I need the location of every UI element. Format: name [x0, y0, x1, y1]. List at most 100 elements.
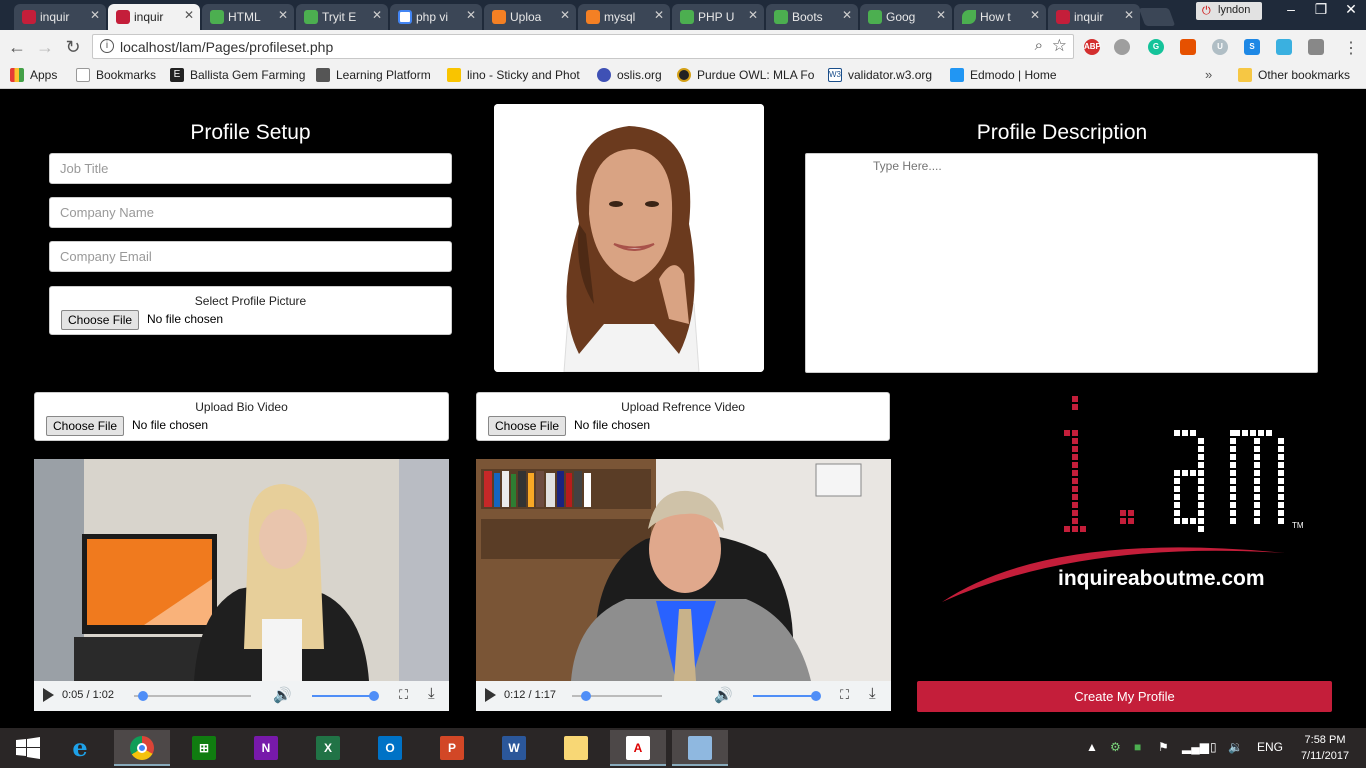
bookmark-ballista[interactable]: E Ballista Gem Farming — [170, 68, 305, 82]
close-tab-icon[interactable]: ✕ — [466, 8, 476, 22]
word-icon[interactable]: W — [486, 730, 542, 766]
tab-inquireaboutme-3[interactable]: inquir ✕ — [1048, 4, 1140, 30]
volume-icon[interactable]: 🔊 — [273, 686, 292, 704]
download-icon[interactable]: ⤓ — [428, 685, 435, 702]
window-close-button[interactable]: ✕ — [1336, 0, 1366, 20]
file-explorer-icon[interactable] — [548, 730, 604, 766]
job-title-input[interactable] — [49, 153, 452, 184]
bio-video-seek-bar[interactable] — [134, 695, 251, 697]
skype-icon[interactable]: S — [1244, 39, 1260, 55]
company-email-input[interactable] — [49, 241, 452, 272]
internet-explorer-icon[interactable]: e — [52, 730, 108, 766]
tab-inquireaboutme-active[interactable]: inquir ✕ — [108, 4, 200, 30]
bio-video-seek-handle[interactable] — [138, 691, 149, 701]
create-my-profile-button[interactable]: Create My Profile — [917, 681, 1332, 712]
fullscreen-icon[interactable]: ⛶ — [399, 687, 408, 703]
reference-video-seek-handle[interactable] — [581, 691, 592, 701]
chrome-icon[interactable] — [114, 730, 170, 766]
bookmark-bookmarks[interactable]: Bookmarks — [76, 68, 156, 82]
store-icon[interactable]: ⊞ — [176, 730, 232, 766]
profile-description-textarea[interactable] — [805, 153, 1318, 373]
tab-tryit[interactable]: Tryit E ✕ — [296, 4, 388, 30]
powerpoint-icon[interactable]: P — [424, 730, 480, 766]
bookmark-validator[interactable]: W3 validator.w3.org — [828, 68, 932, 82]
bio-video-volume-handle[interactable] — [369, 691, 379, 701]
close-tab-icon[interactable]: ✕ — [842, 8, 852, 22]
close-tab-icon[interactable]: ✕ — [278, 8, 288, 22]
tab-google[interactable]: Goog ✕ — [860, 4, 952, 30]
tab-php-video[interactable]: php vi ✕ — [390, 4, 482, 30]
close-tab-icon[interactable]: ✕ — [560, 8, 570, 22]
bookmark-star-icon[interactable]: ☆ — [1052, 36, 1067, 56]
address-bar[interactable]: i localhost/lam/Pages/profileset.php ⌕ ☆ — [92, 34, 1074, 59]
reference-video-volume-bar[interactable] — [753, 695, 816, 697]
tray-app-icon[interactable]: ⚙ — [1110, 740, 1121, 754]
onenote-icon[interactable]: N — [238, 730, 294, 766]
fullscreen-icon[interactable]: ⛶ — [840, 687, 849, 703]
reference-video-player[interactable]: 0:12 / 1:17 🔊 ⛶ ⤓ — [476, 459, 891, 711]
play-icon[interactable] — [485, 688, 496, 702]
info-icon[interactable]: i — [100, 39, 114, 53]
close-tab-icon[interactable]: ✕ — [184, 8, 194, 22]
close-tab-icon[interactable]: ✕ — [1124, 8, 1134, 22]
bookmark-apps[interactable]: Apps — [10, 68, 57, 82]
bookmark-other[interactable]: Other bookmarks — [1238, 68, 1350, 82]
zoom-icon[interactable]: ⌕ — [1035, 37, 1043, 54]
bio-video-player[interactable]: 0:05 / 1:02 🔊 ⛶ ⤓ — [34, 459, 449, 711]
tab-php-upload[interactable]: PHP U ✕ — [672, 4, 764, 30]
close-tab-icon[interactable]: ✕ — [936, 8, 946, 22]
play-icon[interactable] — [43, 688, 54, 702]
tab-inquireaboutme-1[interactable]: inquir ✕ — [14, 4, 106, 30]
bookmark-oslis[interactable]: oslis.org — [597, 68, 662, 82]
speaker-icon[interactable]: 🔉 — [1228, 740, 1243, 754]
download-icon[interactable]: ⤓ — [869, 685, 876, 702]
reload-button[interactable]: ↻ — [62, 36, 84, 58]
extension-badge-icon[interactable] — [1276, 39, 1292, 55]
grammarly-icon[interactable]: G — [1148, 39, 1164, 55]
outlook-icon[interactable]: O — [362, 730, 418, 766]
bio-video-choose-file-button[interactable]: Choose File — [46, 416, 125, 436]
acrobat-icon[interactable]: A — [610, 730, 666, 766]
tab-upload[interactable]: Uploa ✕ — [484, 4, 576, 30]
bookmark-learning-platform[interactable]: Learning Platform — [316, 68, 431, 82]
chrome-menu-icon[interactable]: ⋮ — [1343, 38, 1359, 58]
profile-picture-choose-file-button[interactable]: Choose File — [61, 310, 140, 330]
minimize-button[interactable]: – — [1276, 0, 1306, 20]
close-tab-icon[interactable]: ✕ — [372, 8, 382, 22]
tab-html[interactable]: HTML ✕ — [202, 4, 294, 30]
close-tab-icon[interactable]: ✕ — [1030, 8, 1040, 22]
tab-bootstrap[interactable]: Boots ✕ — [766, 4, 858, 30]
bookmark-purdue-owl[interactable]: Purdue OWL: MLA Fo — [677, 68, 814, 82]
bookmark-lino[interactable]: lino - Sticky and Phot — [447, 68, 580, 82]
tab-how-to[interactable]: How t ✕ — [954, 4, 1046, 30]
show-hidden-icons-icon[interactable]: ▲ — [1086, 740, 1098, 754]
new-tab-button[interactable] — [1138, 8, 1176, 26]
reference-video-choose-file-button[interactable]: Choose File — [488, 416, 567, 436]
extension-cast-icon[interactable] — [1308, 39, 1324, 55]
forward-button[interactable]: → — [34, 36, 56, 58]
profile-chip[interactable]: ⏻ lyndon — [1196, 2, 1262, 20]
volume-icon[interactable]: 🔊 — [714, 686, 733, 704]
ublock-icon[interactable]: U — [1212, 39, 1228, 55]
company-name-input[interactable] — [49, 197, 452, 228]
virtualbox-icon[interactable] — [672, 730, 728, 766]
bookmarks-overflow-button[interactable]: » — [1205, 67, 1212, 82]
network-icon[interactable]: ▂▄▆ — [1182, 740, 1209, 754]
input-language[interactable]: ENG — [1257, 740, 1283, 754]
taskbar-clock[interactable]: 7:58 PM 7/11/2017 — [1290, 732, 1360, 764]
restore-button[interactable]: ❐ — [1306, 0, 1336, 20]
excel-icon[interactable]: X — [300, 730, 356, 766]
windows-start-icon[interactable] — [0, 730, 56, 766]
bookmark-edmodo[interactable]: Edmodo | Home — [950, 68, 1057, 82]
tray-security-icon[interactable]: ■ — [1134, 740, 1141, 754]
back-button[interactable]: ← — [6, 36, 28, 58]
close-tab-icon[interactable]: ✕ — [654, 8, 664, 22]
close-tab-icon[interactable]: ✕ — [90, 8, 100, 22]
bio-video-volume-bar[interactable] — [312, 695, 374, 697]
adblock-plus-icon[interactable]: ABP — [1084, 39, 1101, 55]
close-tab-icon[interactable]: ✕ — [748, 8, 758, 22]
tab-mysql[interactable]: mysql ✕ — [578, 4, 670, 30]
battery-icon[interactable]: ▯ — [1210, 740, 1217, 754]
tray-flag-icon[interactable]: ⚑ — [1158, 740, 1169, 754]
reference-video-volume-handle[interactable] — [811, 691, 821, 701]
